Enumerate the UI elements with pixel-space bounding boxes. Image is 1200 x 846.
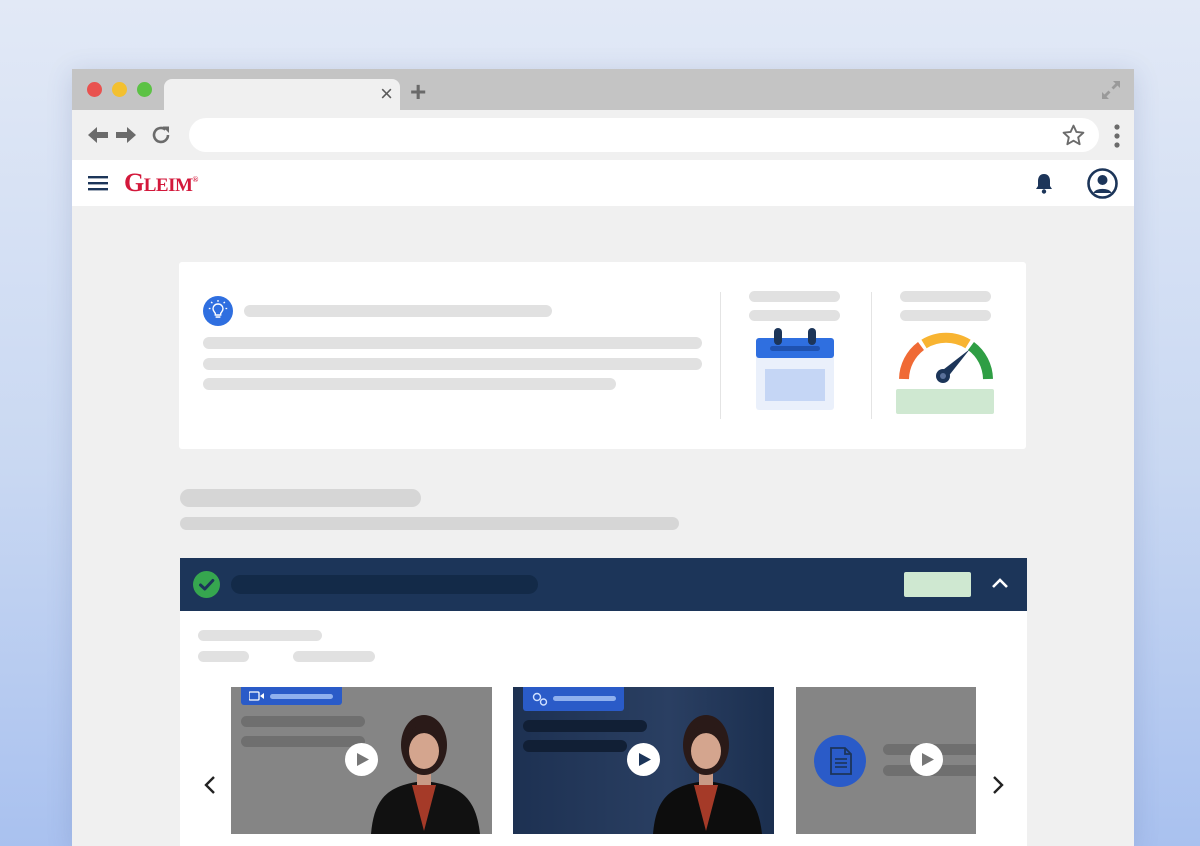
reload-icon[interactable] xyxy=(149,123,173,147)
section-title-placeholder xyxy=(180,489,421,507)
gears-icon xyxy=(532,692,548,706)
lesson-meta-placeholder xyxy=(293,651,375,662)
card-text-line-placeholder xyxy=(203,337,702,349)
check-circle-icon xyxy=(193,571,220,598)
document-thumbnail[interactable] xyxy=(796,687,976,834)
document-icon xyxy=(814,735,866,787)
gauge-label-placeholder xyxy=(900,310,991,321)
thumbnail-tag xyxy=(523,687,624,711)
gleim-logo[interactable]: GLEIM® xyxy=(124,168,198,198)
play-icon xyxy=(357,753,369,766)
new-tab-icon[interactable]: + xyxy=(410,78,426,106)
status-badge xyxy=(904,572,971,597)
video-thumbnail[interactable] xyxy=(513,687,774,834)
expand-icon[interactable] xyxy=(1099,78,1123,102)
lightbulb-icon xyxy=(203,296,233,326)
video-icon xyxy=(249,691,264,701)
accordion-header[interactable] xyxy=(180,558,1027,611)
chevron-right-icon[interactable] xyxy=(990,775,1006,795)
more-vertical-icon[interactable] xyxy=(1113,123,1121,149)
lesson-meta-placeholder xyxy=(198,651,249,662)
play-button[interactable] xyxy=(627,743,660,776)
notification-bell-icon[interactable] xyxy=(1034,172,1054,194)
card-text-line-placeholder xyxy=(203,358,702,370)
tab-bar: × + xyxy=(72,69,1134,110)
presenter-image xyxy=(653,715,762,834)
calendar-label-placeholder xyxy=(749,310,840,321)
user-account-icon[interactable] xyxy=(1087,168,1118,199)
presenter-image xyxy=(371,715,480,834)
speedometer-gauge-icon xyxy=(899,332,993,383)
card-text-line-placeholder xyxy=(203,378,616,390)
chevron-up-icon[interactable] xyxy=(991,576,1009,590)
browser-window: × + GLEIM® xyxy=(72,69,1134,846)
hamburger-menu-icon[interactable] xyxy=(88,174,108,192)
gauge-status-bar xyxy=(896,389,994,414)
play-icon xyxy=(639,753,651,766)
summary-card xyxy=(179,262,1026,449)
play-icon xyxy=(922,753,934,766)
play-button[interactable] xyxy=(345,743,378,776)
card-title-placeholder xyxy=(244,305,552,317)
section-subtitle-placeholder xyxy=(180,517,679,530)
browser-tab[interactable]: × xyxy=(164,79,400,110)
window-close-button[interactable] xyxy=(87,82,102,97)
tab-close-icon[interactable]: × xyxy=(380,81,393,107)
gauge-label-placeholder xyxy=(900,291,991,302)
accordion-body xyxy=(180,611,1027,846)
chevron-left-icon[interactable] xyxy=(202,775,218,795)
video-thumbnail[interactable] xyxy=(231,687,492,834)
lesson-title-placeholder xyxy=(198,630,322,641)
accordion-title-placeholder xyxy=(231,575,538,594)
card-divider xyxy=(871,292,872,419)
calendar-icon xyxy=(756,328,834,410)
url-input[interactable] xyxy=(189,118,1099,152)
app-header: GLEIM® xyxy=(72,160,1134,206)
forward-arrow-icon[interactable] xyxy=(115,125,137,145)
thumbnail-tag xyxy=(241,687,342,705)
star-icon[interactable] xyxy=(1061,123,1086,148)
play-button[interactable] xyxy=(910,743,943,776)
window-minimize-button[interactable] xyxy=(112,82,127,97)
address-bar-row xyxy=(72,110,1134,160)
card-divider xyxy=(720,292,721,419)
back-arrow-icon[interactable] xyxy=(87,125,109,145)
window-maximize-button[interactable] xyxy=(137,82,152,97)
calendar-label-placeholder xyxy=(749,291,840,302)
